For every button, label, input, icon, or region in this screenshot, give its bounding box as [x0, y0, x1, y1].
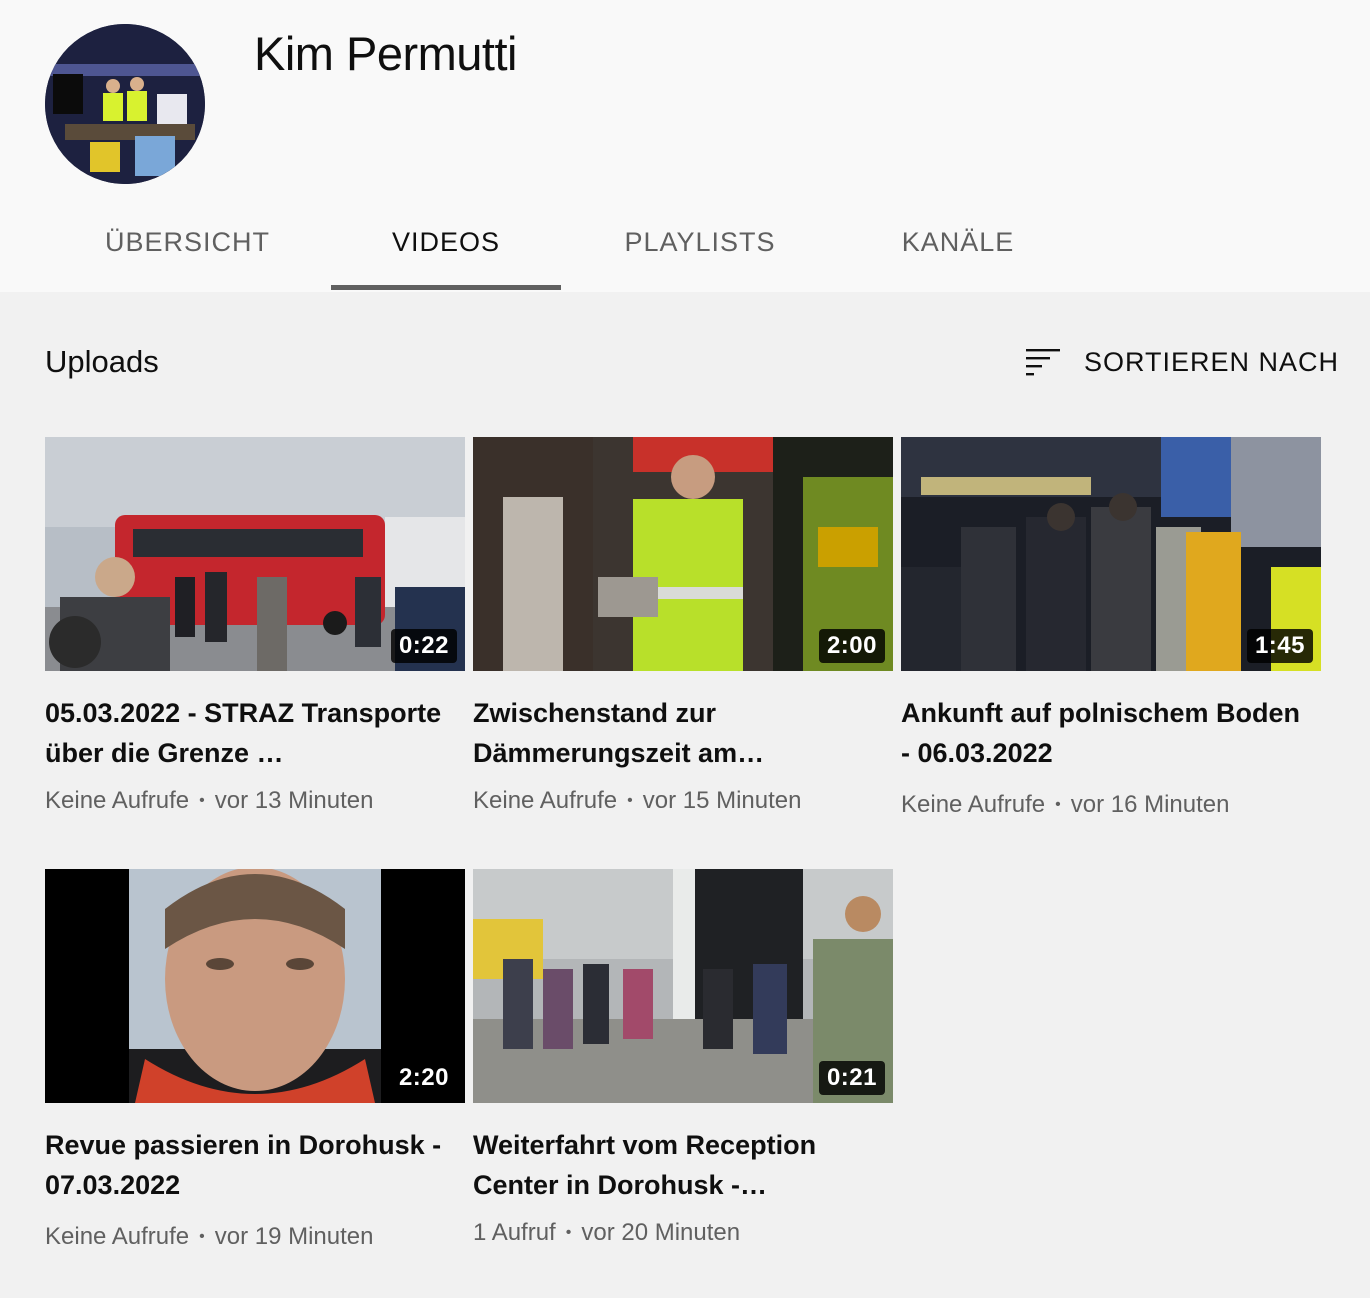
tab-overview[interactable]: ÜBERSICHT: [100, 212, 275, 292]
video-views: Keine Aufrufe: [473, 787, 618, 814]
video-duration: 0:21: [818, 1061, 885, 1095]
video-card: 2:00 Zwischenstand zur Dämmerungszeit am…: [473, 437, 893, 815]
video-views: Keine Aufrufe: [45, 787, 190, 814]
video-meta: Keine Aufrufe • vor 15 Minuten: [473, 787, 893, 815]
video-meta: Keine Aufrufe • vor 16 Minuten: [901, 791, 1321, 819]
video-duration: 2:20: [390, 1061, 457, 1095]
video-card: 0:21 Weiterfahrt vom Reception Center in…: [473, 869, 893, 1247]
video-thumbnail[interactable]: 2:00: [473, 437, 893, 671]
video-title[interactable]: Revue passieren in Dorohusk - 07.03.2022: [45, 1125, 445, 1205]
tab-channels[interactable]: KANÄLE: [890, 212, 1026, 292]
tab-videos[interactable]: VIDEOS: [331, 212, 561, 292]
video-card: 2:20 Revue passieren in Dorohusk - 07.03…: [45, 869, 465, 1251]
video-title[interactable]: Weiterfahrt vom Reception Center in Doro…: [473, 1125, 873, 1205]
video-title[interactable]: 05.03.2022 - STRAZ Transporte über die G…: [45, 693, 445, 773]
separator-dot: •: [627, 792, 633, 809]
video-views: Keine Aufrufe: [45, 1223, 190, 1250]
channel-avatar[interactable]: [45, 24, 205, 184]
video-duration: 2:00: [818, 629, 885, 663]
video-meta: Keine Aufrufe • vor 13 Minuten: [45, 787, 465, 815]
sort-icon: [1026, 349, 1060, 376]
separator-dot: •: [199, 792, 205, 809]
sort-label: SORTIEREN NACH: [1084, 346, 1340, 377]
video-thumbnail[interactable]: 2:20: [45, 869, 465, 1103]
tab-playlists[interactable]: PLAYLISTS: [610, 212, 790, 292]
video-title[interactable]: Ankunft auf polnischem Boden - 06.03.202…: [901, 693, 1301, 773]
video-duration: 1:45: [1246, 629, 1313, 663]
video-age: vor 15 Minuten: [642, 787, 802, 814]
video-meta: Keine Aufrufe • vor 19 Minuten: [45, 1223, 465, 1251]
video-meta: 1 Aufruf • vor 20 Minuten: [473, 1219, 893, 1247]
sort-button[interactable]: SORTIEREN NACH: [1024, 344, 1339, 380]
video-thumbnail[interactable]: 0:22: [45, 437, 465, 671]
video-age: vor 13 Minuten: [214, 787, 374, 814]
channel-tabs: ÜBERSICHT VIDEOS PLAYLISTS KANÄLE: [0, 212, 1370, 292]
section-title: Uploads: [45, 344, 159, 379]
video-age: vor 20 Minuten: [581, 1219, 741, 1246]
video-title[interactable]: Zwischenstand zur Dämmerungszeit am…: [473, 693, 873, 773]
separator-dot: •: [565, 1224, 572, 1241]
video-views: 1 Aufruf: [473, 1219, 556, 1246]
video-views: Keine Aufrufe: [901, 791, 1046, 818]
video-card: 1:45 Ankunft auf polnischem Boden - 06.0…: [901, 437, 1321, 819]
video-age: vor 19 Minuten: [214, 1223, 374, 1250]
separator-dot: •: [1055, 796, 1061, 813]
channel-name: Kim Permutti: [254, 27, 518, 80]
channel-header: Kim Permutti ÜBERSICHT VIDEOS PLAYLISTS …: [0, 0, 1370, 292]
video-card: 0:22 05.03.2022 - STRAZ Transporte über …: [45, 437, 465, 815]
separator-dot: •: [199, 1228, 205, 1245]
video-thumbnail[interactable]: 1:45: [901, 437, 1321, 671]
video-thumbnail[interactable]: 0:21: [473, 869, 893, 1103]
video-age: vor 16 Minuten: [1070, 791, 1230, 818]
video-duration: 0:22: [390, 629, 457, 663]
